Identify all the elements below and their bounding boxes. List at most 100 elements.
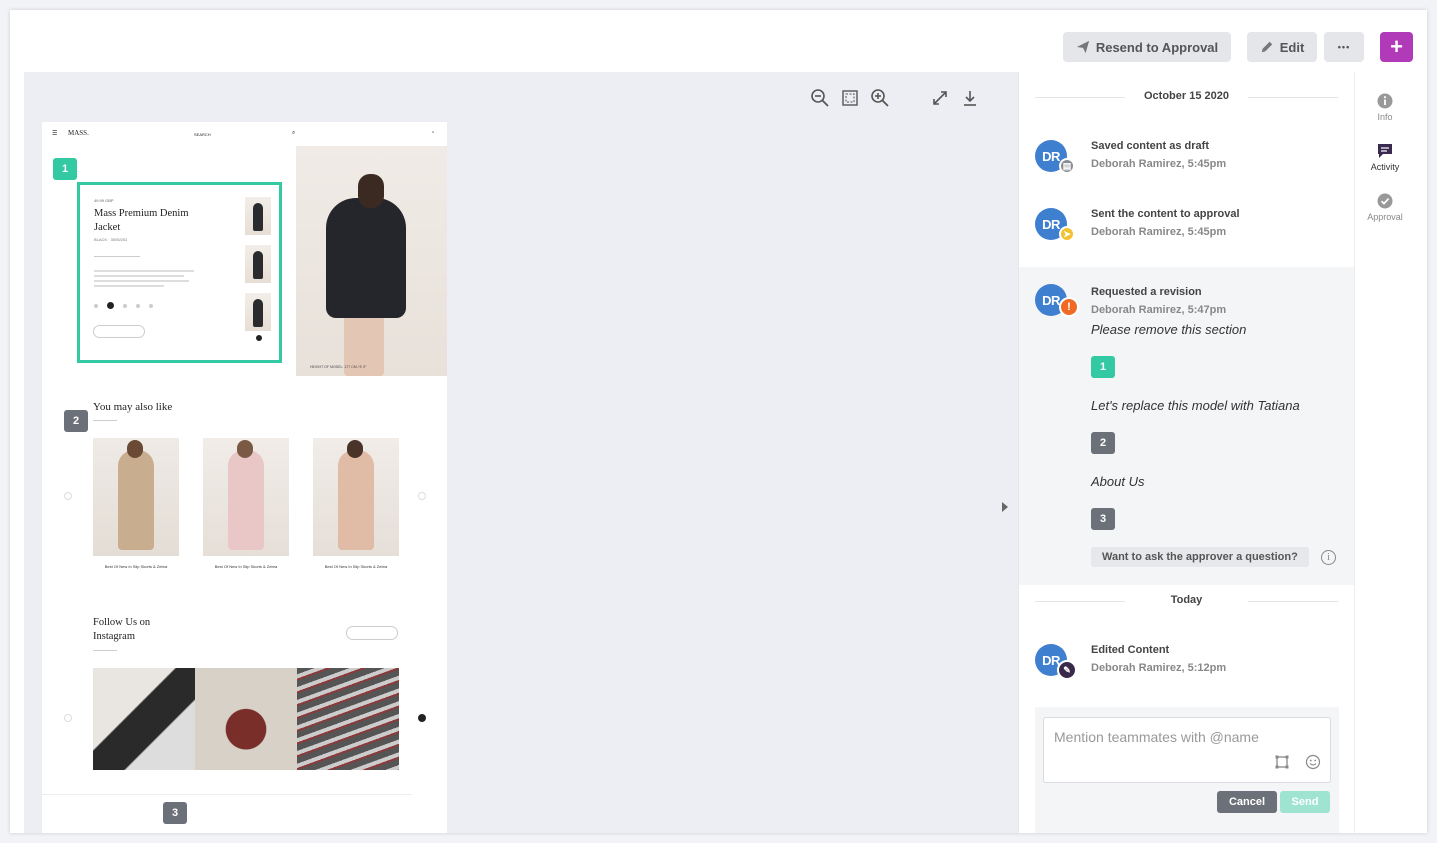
zoom-in-icon[interactable] xyxy=(870,88,890,108)
document-icon: ▤ xyxy=(1059,158,1075,174)
you-may-also-like-heading: You may also like xyxy=(93,401,173,413)
product-image xyxy=(203,438,289,556)
send-icon xyxy=(1076,40,1089,54)
product-caption: Best Of New In Slip Skorts & Zebra xyxy=(214,564,278,569)
activity-item: DR ▤ Saved content as draft Deborah Rami… xyxy=(1019,136,1355,186)
preview-marker-3[interactable]: 3 xyxy=(163,802,187,824)
preview-canvas: ☰ MASS. SEARCH ⌕ ▫ 1 49.99 GBP Mass Prem… xyxy=(24,72,1018,833)
activity-meta: Deborah Ramirez, 5:12pm xyxy=(1091,662,1227,674)
collapse-panel-arrow-icon[interactable] xyxy=(1002,502,1008,512)
divider xyxy=(94,256,140,257)
activity-meta: Deborah Ramirez, 5:45pm xyxy=(1091,226,1227,238)
comment-placeholder: Mention teammates with @name xyxy=(1054,729,1259,745)
size-selector xyxy=(94,302,153,309)
app-window: Resend to Approval Edit ••• + ☰ MASS. SE… xyxy=(10,10,1427,833)
preview-search-label: SEARCH xyxy=(194,132,211,137)
product-caption: Best Of New In Slip Skorts & Zebra xyxy=(324,564,388,569)
content-preview: ☰ MASS. SEARCH ⌕ ▫ 1 49.99 GBP Mass Prem… xyxy=(42,122,447,833)
comment-composer: Mention teammates with @name Cancel Send xyxy=(1035,707,1339,833)
top-bar: Resend to Approval Edit ••• + xyxy=(10,10,1427,72)
preview-bag-icon: ▫ xyxy=(432,130,435,136)
activity-item: DR ✎ Edited Content Deborah Ramirez, 5:1… xyxy=(1019,640,1355,690)
edit-button[interactable]: Edit xyxy=(1247,32,1317,62)
product-caption: Best Of New In Slip Skorts & Zebra xyxy=(104,564,168,569)
product-image xyxy=(313,438,399,556)
emoji-icon[interactable] xyxy=(1305,754,1321,770)
expand-icon[interactable] xyxy=(930,88,950,108)
revision-request-item: DR ! Requested a revision Deborah Ramire… xyxy=(1019,267,1355,585)
add-button[interactable]: + xyxy=(1380,32,1413,62)
date-separator: Today xyxy=(1035,594,1338,608)
carousel-prev-icon xyxy=(64,492,72,500)
instagram-image xyxy=(195,668,297,770)
rail-item-info[interactable]: Info xyxy=(1355,92,1415,122)
carousel-prev-icon xyxy=(64,714,72,722)
warning-icon: ! xyxy=(1059,297,1079,317)
pencil-icon: ✎ xyxy=(1057,660,1077,680)
rail-item-approval[interactable]: Approval xyxy=(1355,192,1415,222)
follow-us-button xyxy=(346,626,398,640)
annotate-icon[interactable] xyxy=(1274,754,1290,770)
preview-logo: MASS. xyxy=(68,129,89,137)
product-image xyxy=(93,438,179,556)
comment-marker-2[interactable]: 2 xyxy=(1091,432,1115,454)
chat-icon xyxy=(1376,142,1394,160)
more-options-button[interactable]: ••• xyxy=(1324,32,1364,62)
resend-to-approval-button[interactable]: Resend to Approval xyxy=(1063,32,1231,62)
activity-title: Edited Content xyxy=(1091,644,1170,656)
edit-label: Edit xyxy=(1279,39,1305,55)
product-description xyxy=(94,270,194,288)
comment-text: Let's replace this model with Tatiana xyxy=(1091,398,1300,413)
info-icon xyxy=(1376,92,1394,110)
send-icon: ➤ xyxy=(1059,226,1075,242)
ellipsis-icon: ••• xyxy=(1337,42,1351,52)
carousel-dot xyxy=(256,335,262,341)
ask-approver-button[interactable]: Want to ask the approver a question? xyxy=(1091,547,1309,567)
pencil-icon xyxy=(1261,41,1272,53)
preview-nav: ☰ MASS. SEARCH ⌕ ▫ xyxy=(42,122,447,146)
activity-title: Sent the content to approval xyxy=(1091,208,1240,220)
zoom-out-icon[interactable] xyxy=(810,88,830,108)
cancel-button[interactable]: Cancel xyxy=(1217,791,1277,813)
carousel-next-icon xyxy=(418,714,426,722)
comment-marker-3[interactable]: 3 xyxy=(1091,508,1115,530)
instagram-image xyxy=(93,668,195,770)
activity-meta: Deborah Ramirez, 5:47pm xyxy=(1091,304,1227,316)
preview-marker-2[interactable]: 2 xyxy=(64,410,88,432)
check-circle-icon xyxy=(1376,192,1394,210)
highlighted-product-card[interactable]: 49.99 GBP Mass Premium Denim Jacket BLAC… xyxy=(77,182,282,363)
rail-label: Activity xyxy=(1370,162,1400,172)
plus-icon: + xyxy=(1390,34,1403,59)
activity-title: Requested a revision xyxy=(1091,286,1202,298)
resend-label: Resend to Approval xyxy=(1095,39,1219,55)
activity-panel: October 15 2020 DR ▤ Saved content as dr… xyxy=(1018,72,1355,833)
hero-caption: HEIGHT OF MODEL: 177 CM / 5' 9" xyxy=(310,365,367,369)
comment-text: Please remove this section xyxy=(1091,322,1247,337)
follow-instagram-heading: Follow Us on Instagram xyxy=(93,617,151,642)
preview-marker-1[interactable]: 1 xyxy=(53,158,77,180)
comment-marker-1[interactable]: 1 xyxy=(1091,356,1115,378)
product-title: Mass Premium Denim Jacket xyxy=(94,208,189,233)
activity-item: DR ➤ Sent the content to approval Debora… xyxy=(1019,204,1355,254)
hero-model-image xyxy=(296,146,447,376)
activity-meta: Deborah Ramirez, 5:45pm xyxy=(1091,158,1227,170)
fit-screen-icon[interactable] xyxy=(840,88,860,108)
download-icon[interactable] xyxy=(960,88,980,108)
activity-title: Saved content as draft xyxy=(1091,140,1209,152)
product-price: 49.99 GBP xyxy=(94,198,114,203)
right-rail: Info Activity Approval xyxy=(1354,72,1414,833)
menu-icon: ☰ xyxy=(52,131,58,137)
rail-item-activity[interactable]: Activity xyxy=(1355,142,1415,172)
info-icon[interactable]: i xyxy=(1321,550,1336,565)
preview-toolbar xyxy=(810,88,890,108)
date-label: October 15 2020 xyxy=(1144,90,1229,102)
date-label: Today xyxy=(1170,594,1203,606)
add-to-cart-button xyxy=(93,325,145,338)
preview-search-icon: ⌕ xyxy=(292,130,296,136)
divider xyxy=(42,794,412,795)
comment-input[interactable]: Mention teammates with @name xyxy=(1043,717,1331,783)
product-subtitle: BLACK · 3005/202 xyxy=(94,237,128,242)
divider xyxy=(93,420,117,421)
send-button[interactable]: Send xyxy=(1280,791,1330,813)
rail-label: Info xyxy=(1377,112,1393,122)
